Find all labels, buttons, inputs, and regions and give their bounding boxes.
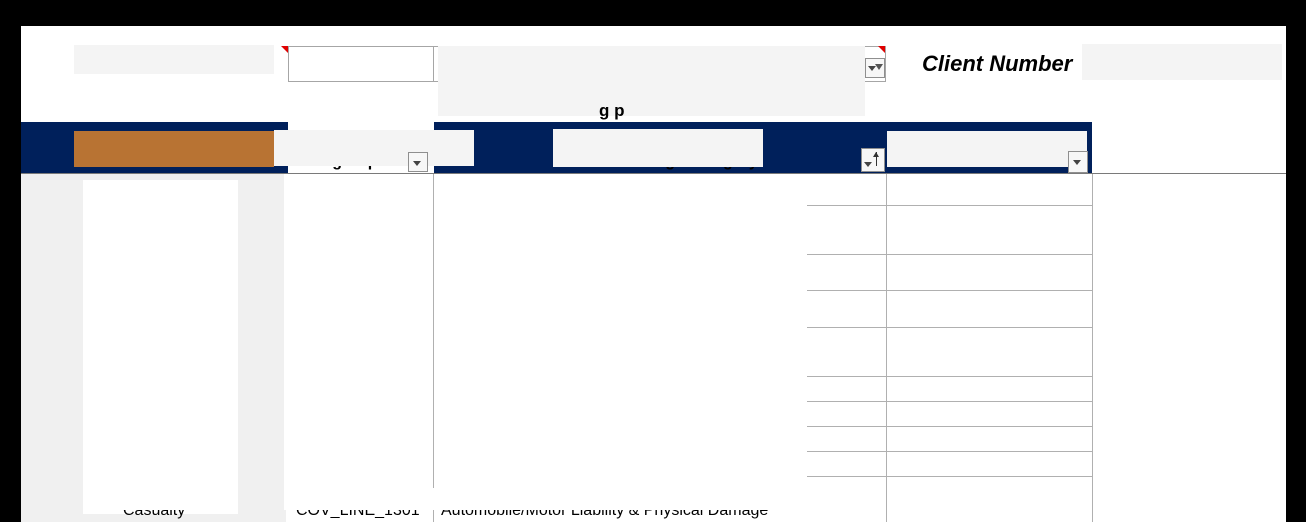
row-border <box>807 426 1093 427</box>
redacted-block <box>284 174 807 510</box>
sheet-title: g p <box>599 101 625 120</box>
row-border <box>807 327 1093 328</box>
row-border <box>807 376 1093 377</box>
row-border <box>807 476 1093 477</box>
accent-header-cell <box>74 131 274 167</box>
spreadsheet-sheet: Client Number g p Product Line Subgroup … <box>21 26 1286 522</box>
redacted-block <box>887 131 1087 167</box>
comment-indicator-icon <box>281 46 288 53</box>
column-filter-icon[interactable] <box>408 152 428 172</box>
row-border <box>807 401 1093 402</box>
sort-filter-icon[interactable] <box>861 148 885 172</box>
filter-dropdown-icon[interactable] <box>865 58 885 78</box>
filter-input-cell[interactable] <box>288 46 434 82</box>
redacted-block <box>83 488 238 510</box>
redacted-block <box>553 129 763 167</box>
column-filter-icon[interactable] <box>1068 151 1088 173</box>
comment-indicator-icon <box>878 46 885 53</box>
grid-line <box>886 174 887 522</box>
redacted-block <box>83 180 238 514</box>
row-border <box>807 290 1093 291</box>
funnel-icon <box>875 64 883 70</box>
grid-line <box>1092 174 1093 522</box>
row-border <box>807 205 1093 206</box>
redacted-block <box>274 130 474 166</box>
client-number-label: Client Number <box>922 51 1073 76</box>
grid-line <box>433 174 434 522</box>
redacted-block <box>284 488 807 510</box>
row-border <box>807 451 1093 452</box>
redacted-block <box>438 46 865 116</box>
redacted-block <box>74 45 274 74</box>
client-number-field[interactable] <box>1082 44 1282 80</box>
row-border <box>807 254 1093 255</box>
